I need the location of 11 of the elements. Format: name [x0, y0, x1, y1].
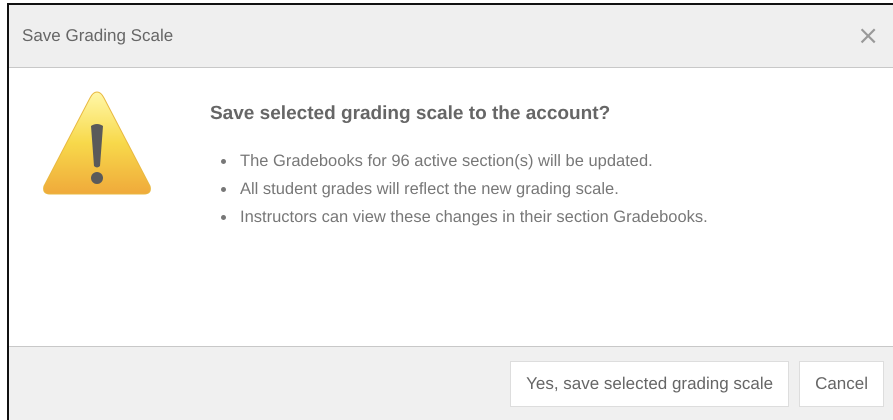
- dialog-title: Save Grading Scale: [22, 26, 174, 46]
- bullet-text: All student grades will reflect the new grading scale.: [240, 179, 619, 200]
- bullet-icon: [221, 215, 226, 220]
- confirm-button[interactable]: Yes, save selected grading scale: [510, 360, 790, 406]
- bullet-icon: [221, 187, 226, 192]
- warning-icon: [42, 90, 152, 196]
- bullet-text: The Gradebooks for 96 active section(s) will be updated.: [240, 151, 653, 172]
- bullet-icon: [221, 159, 226, 164]
- bullet-text: Instructors can view these changes in their section Gradebooks.: [240, 207, 708, 228]
- dialog-heading: Save selected grading scale to the account?: [210, 103, 612, 125]
- cancel-button[interactable]: Cancel: [799, 360, 884, 406]
